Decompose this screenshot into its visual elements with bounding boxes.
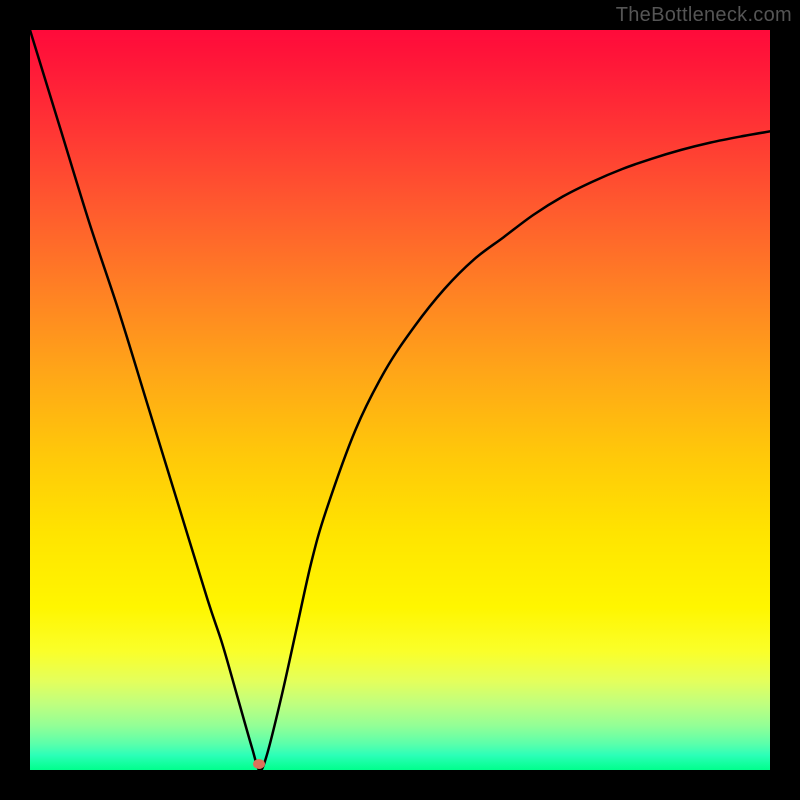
plot-area xyxy=(30,30,770,770)
bottleneck-curve xyxy=(30,30,770,770)
minimum-marker xyxy=(253,759,265,769)
curve-svg xyxy=(30,30,770,770)
watermark-label: TheBottleneck.com xyxy=(616,4,792,27)
chart-frame: TheBottleneck.com xyxy=(0,0,800,800)
